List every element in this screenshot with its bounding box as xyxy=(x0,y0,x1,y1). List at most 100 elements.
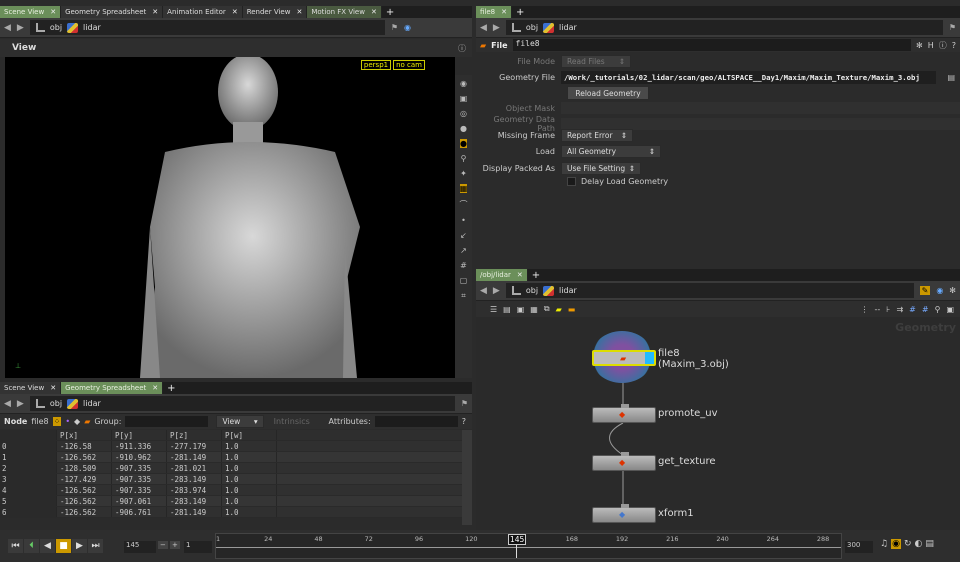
node-file8[interactable]: ▰ xyxy=(592,350,656,366)
path-obj[interactable]: obj xyxy=(50,23,62,32)
help-icon[interactable]: ? xyxy=(952,41,956,50)
display-packed-dropdown[interactable]: Use File Setting ⇕ xyxy=(561,162,641,175)
primitives-icon[interactable]: ◆ xyxy=(74,417,80,426)
path-field[interactable]: obj lidar xyxy=(29,396,455,411)
column-header[interactable]: P[x] xyxy=(56,430,111,440)
file-mode-dropdown[interactable]: Read Files ⇕ xyxy=(561,55,631,68)
sticky-note-icon[interactable]: ▰ xyxy=(556,305,562,314)
path-obj[interactable]: obj xyxy=(526,286,538,295)
path-node[interactable]: lidar xyxy=(559,286,577,295)
column-header[interactable]: P[z] xyxy=(166,430,221,440)
step-decrement-button[interactable]: − xyxy=(158,541,168,549)
close-icon[interactable]: ✕ xyxy=(152,8,158,16)
bulb-icon[interactable]: ● xyxy=(460,139,467,148)
file-chooser-icon[interactable]: ▤ xyxy=(947,73,955,82)
zoom-icon[interactable]: ⚲ xyxy=(935,305,941,314)
node-xform1[interactable]: ◆ xyxy=(592,504,656,523)
camera-icon[interactable]: ▢ xyxy=(460,276,468,285)
wire-style-icon[interactable]: ⇉ xyxy=(896,305,903,314)
path-node[interactable]: lidar xyxy=(83,399,101,408)
quick-mark-icon[interactable]: ✎ xyxy=(919,286,931,295)
play-reverse-icon[interactable]: ◀ xyxy=(40,539,55,553)
path-node[interactable]: lidar xyxy=(559,23,577,32)
table-row[interactable]: 2 -128.509 -907.335 -281.021 1.0 xyxy=(0,463,462,474)
layout-icon[interactable]: ⧉ xyxy=(544,304,550,314)
forward-icon[interactable]: ▶ xyxy=(493,286,500,296)
settings-icon[interactable]: ▤ xyxy=(925,539,934,549)
color-icon[interactable]: ▦ xyxy=(530,305,538,314)
tool-icon[interactable]: ↗ xyxy=(460,246,467,255)
tab-motion-fx-view[interactable]: Motion FX View ✕ xyxy=(307,6,382,18)
back-icon[interactable]: ◀ xyxy=(480,286,487,296)
info-icon[interactable]: ⓘ xyxy=(939,40,947,51)
close-icon[interactable]: ✕ xyxy=(232,8,238,16)
path-obj[interactable]: obj xyxy=(526,23,538,32)
tab-animation-editor[interactable]: Animation Editor ✕ xyxy=(163,6,243,18)
link-icon[interactable]: ◉ xyxy=(404,23,411,32)
reload-geometry-button[interactable]: Reload Geometry xyxy=(567,86,649,100)
step-increment-button[interactable]: + xyxy=(170,541,180,549)
align-icon[interactable]: ⋮ xyxy=(861,305,869,314)
group-input[interactable] xyxy=(125,416,209,427)
sheet-scrollbar[interactable] xyxy=(462,430,472,525)
view-dropdown[interactable]: View ▾ xyxy=(216,415,264,428)
forward-icon[interactable]: ▶ xyxy=(17,23,24,33)
back-icon[interactable]: ◀ xyxy=(4,399,11,409)
tab-scene-view[interactable]: Scene View ✕ xyxy=(0,6,62,18)
vector-icon[interactable]: ↙ xyxy=(460,231,467,240)
jump-start-icon[interactable]: ⏮ xyxy=(8,539,23,553)
help-icon[interactable]: ⓘ xyxy=(458,43,466,54)
network-box-icon[interactable]: ▬ xyxy=(568,305,576,314)
play-icon[interactable]: ▶ xyxy=(72,539,87,553)
jump-end-icon[interactable]: ⏭ xyxy=(88,539,103,553)
point-icon[interactable]: • xyxy=(461,216,466,225)
tab-file8[interactable]: file8 ✕ xyxy=(476,6,512,18)
forward-icon[interactable]: ▶ xyxy=(493,23,500,33)
number-icon[interactable]: # xyxy=(460,261,467,270)
cam-menu[interactable]: no cam xyxy=(393,60,425,70)
add-tab-button[interactable]: + xyxy=(382,7,398,18)
tab-geometry-spreadsheet[interactable]: Geometry Spreadsheet ✕ xyxy=(61,382,164,394)
list-icon[interactable]: ▤ xyxy=(503,305,511,314)
column-header[interactable]: P[w] xyxy=(221,430,276,440)
tree-icon[interactable]: ☰ xyxy=(490,305,497,314)
close-icon[interactable]: ✕ xyxy=(517,271,523,279)
geometry-file-input[interactable]: /Work/_tutorials/02_lidar/scan/geo/ALTSP… xyxy=(561,71,936,84)
object-mask-input[interactable] xyxy=(561,102,960,114)
snap-icon[interactable]: ◎ xyxy=(460,109,467,118)
link-icon[interactable]: ◉ xyxy=(936,286,943,295)
wire-icon[interactable]: ⌒ xyxy=(460,199,468,210)
step-back-icon[interactable]: ⏴ xyxy=(24,539,39,553)
audio-icon[interactable]: ♫ xyxy=(880,539,888,549)
grid-icon[interactable]: ⌗ xyxy=(461,291,466,301)
snap-grid-icon[interactable]: # xyxy=(922,305,929,314)
tab-obj-lidar[interactable]: /obj/lidar ✕ xyxy=(476,269,528,281)
back-icon[interactable]: ◀ xyxy=(4,23,11,33)
camera-menu[interactable]: persp1 xyxy=(360,60,392,70)
path-field[interactable]: obj lidar xyxy=(29,20,385,35)
missing-frame-dropdown[interactable]: Report Error ⇕ xyxy=(561,129,633,142)
close-icon[interactable]: ✕ xyxy=(296,8,302,16)
lock-icon[interactable]: ▣ xyxy=(460,94,468,103)
tab-render-view[interactable]: Render View ✕ xyxy=(242,6,308,18)
path-field[interactable]: obj lidar xyxy=(505,283,914,298)
tab-geometry-spreadsheet[interactable]: Geometry Spreadsheet ✕ xyxy=(61,6,164,18)
back-icon[interactable]: ◀ xyxy=(480,23,487,33)
pin-icon[interactable]: ⚑ xyxy=(949,23,956,32)
load-dropdown[interactable]: All Geometry ⇕ xyxy=(561,145,661,158)
houdini-help-icon[interactable]: H xyxy=(928,41,934,50)
table-row[interactable]: 1 -126.562 -910.962 -281.149 1.0 xyxy=(0,452,462,463)
gear-icon[interactable]: ✻ xyxy=(916,41,923,50)
sheet-icon[interactable]: ▣ xyxy=(517,305,525,314)
close-icon[interactable]: ✕ xyxy=(50,384,56,392)
frame-icon[interactable]: ▣ xyxy=(946,305,954,314)
node-promote-uv[interactable]: ◆ xyxy=(592,404,656,423)
end-frame-input[interactable]: 300 xyxy=(845,541,873,553)
forward-icon[interactable]: ▶ xyxy=(17,399,24,409)
tab-scene-view[interactable]: Scene View ✕ xyxy=(0,382,62,394)
network-editor[interactable]: Geometry ▰ file8 (Maxim_3.obj) ◆ promote_… xyxy=(476,317,960,532)
node-get-texture[interactable]: ◆ xyxy=(592,452,656,471)
intrinsics-dropdown[interactable]: Intrinsics xyxy=(268,417,325,426)
points-icon[interactable]: ⁘ xyxy=(52,417,62,426)
table-row[interactable]: 0 -126.58 -911.336 -277.179 1.0 xyxy=(0,441,462,452)
